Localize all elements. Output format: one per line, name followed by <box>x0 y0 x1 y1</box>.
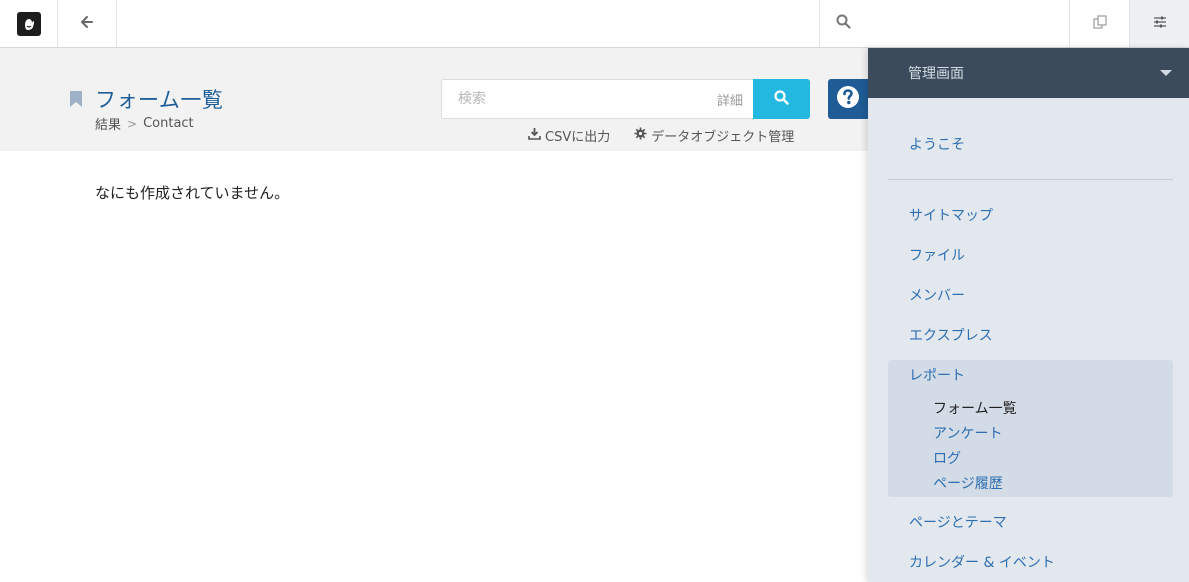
settings-button[interactable] <box>1129 0 1189 47</box>
bookmark-icon[interactable] <box>69 91 83 111</box>
sliders-icon <box>1152 14 1168 34</box>
menu-item-members[interactable]: メンバー <box>909 285 965 305</box>
page-header: フォーム一覧 結果 > Contact 詳細 <box>0 48 868 151</box>
page-title: フォーム一覧 <box>95 88 224 112</box>
submenu-item-surveys[interactable]: アンケート <box>933 423 1002 443</box>
export-csv-link[interactable]: CSVに出力 <box>528 126 610 145</box>
question-circle-icon <box>836 85 860 113</box>
search-button[interactable] <box>753 79 810 119</box>
caret-down-icon <box>1160 70 1172 76</box>
gear-icon <box>634 127 647 144</box>
results-search: 詳細 <box>441 79 810 119</box>
menu-item-reports[interactable]: レポート <box>909 365 965 385</box>
menu-item-files[interactable]: ファイル <box>909 245 965 265</box>
search-icon <box>836 14 851 33</box>
search-icon <box>774 89 789 109</box>
help-button[interactable] <box>828 79 868 119</box>
manage-data-objects-label: データオブジェクト管理 <box>651 130 795 145</box>
breadcrumb-separator: > <box>127 116 138 131</box>
top-toolbar <box>0 0 1189 48</box>
toolbar-search-input[interactable] <box>859 8 1059 39</box>
menu-item-welcome[interactable]: ようこそ <box>909 134 965 154</box>
download-icon <box>528 127 541 144</box>
back-button[interactable] <box>58 0 117 47</box>
menu-item-pages-themes[interactable]: ページとテーマ <box>909 512 1007 532</box>
submenu-item-form-results[interactable]: フォーム一覧 <box>933 398 1017 418</box>
empty-state-message: なにも作成されていません。 <box>95 184 290 202</box>
advanced-search-link[interactable]: 詳細 <box>717 90 743 109</box>
submenu-item-page-changes[interactable]: ページ履歴 <box>933 473 1003 493</box>
breadcrumb: 結果 > Contact <box>95 114 194 133</box>
results-search-box: 詳細 <box>441 79 753 119</box>
header-actions: CSVに出力 データオブジェクト管理 <box>528 126 794 145</box>
breadcrumb-item-contact: Contact <box>143 116 194 131</box>
arrow-left-icon <box>80 14 94 33</box>
results-search-input[interactable] <box>458 91 717 107</box>
export-csv-label: CSVに出力 <box>545 130 611 145</box>
concrete5-hand-icon <box>16 11 41 36</box>
menu-item-express[interactable]: エクスプレス <box>909 325 993 345</box>
toolbar-search[interactable] <box>819 0 1069 47</box>
breadcrumb-item-results[interactable]: 結果 <box>95 114 121 133</box>
pages-button[interactable] <box>1069 0 1129 47</box>
panel-header[interactable]: 管理画面 <box>868 48 1189 98</box>
menu-item-calendar-events[interactable]: カレンダー & イベント <box>909 552 1055 572</box>
panel-divider <box>888 179 1173 180</box>
manage-data-objects-link[interactable]: データオブジェクト管理 <box>634 126 794 145</box>
panel-title: 管理画面 <box>908 66 964 82</box>
menu-item-sitemap[interactable]: サイトマップ <box>909 205 993 225</box>
dashboard-panel: 管理画面 ようこそ サイトマップ ファイル メンバー エクスプレス レポート フ… <box>868 48 1189 582</box>
submenu-item-logs[interactable]: ログ <box>933 448 961 468</box>
copy-pages-icon <box>1092 14 1108 34</box>
logo-button[interactable] <box>0 0 58 47</box>
